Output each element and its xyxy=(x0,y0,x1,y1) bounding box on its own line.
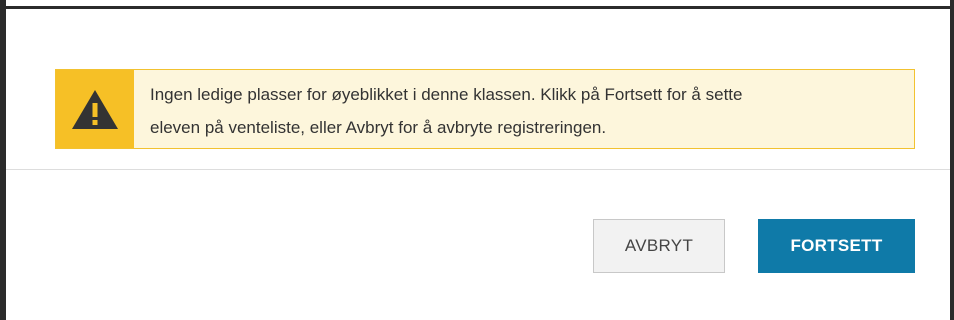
alert-message-line-1: Ingen ledige plasser for øyeblikket i de… xyxy=(150,85,743,104)
continue-button[interactable]: FORTSETT xyxy=(758,219,915,273)
backdrop-edge-right xyxy=(950,0,954,320)
warning-triangle-icon xyxy=(72,90,118,129)
alert-icon-box xyxy=(56,70,134,148)
warning-alert: Ingen ledige plasser for øyeblikket i de… xyxy=(55,69,915,149)
waitlist-dialog: Ingen ledige plasser for øyeblikket i de… xyxy=(6,9,950,320)
alert-message-line-2: eleven på venteliste, eller Avbryt for å… xyxy=(150,118,607,137)
footer-divider xyxy=(6,169,950,170)
alert-message: Ingen ledige plasser for øyeblikket i de… xyxy=(134,70,756,148)
modal-overlay: Ingen ledige plasser for øyeblikket i de… xyxy=(0,0,954,320)
cancel-button[interactable]: AVBRYT xyxy=(593,219,725,273)
